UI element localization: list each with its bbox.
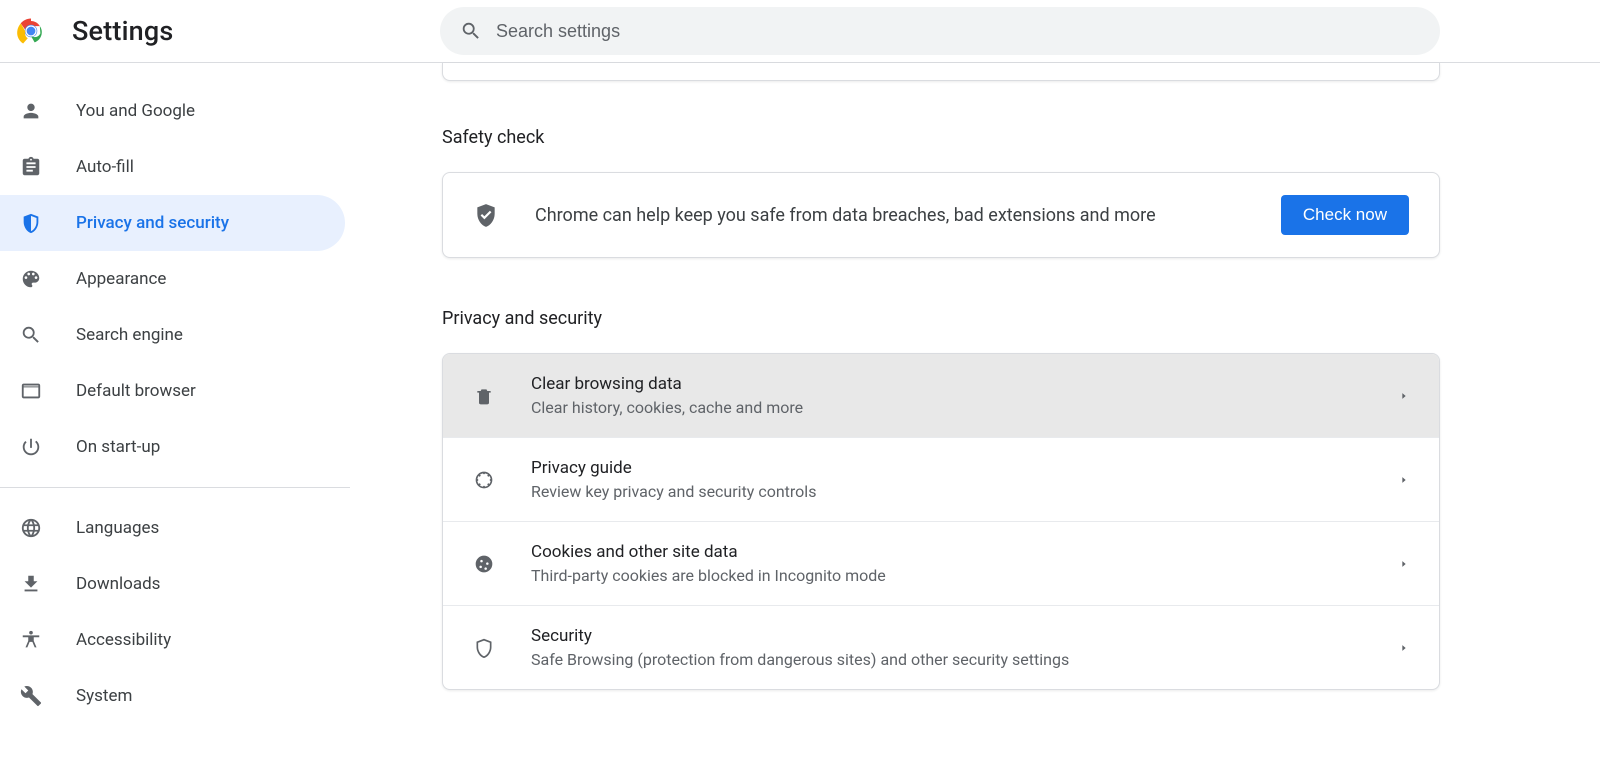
row-title: Cookies and other site data (531, 542, 1399, 562)
search-input[interactable] (496, 21, 1420, 42)
sidebar-item-label: Search engine (76, 325, 183, 345)
sidebar-item-accessibility[interactable]: Accessibility (0, 612, 350, 668)
person-icon (20, 100, 42, 122)
search-box[interactable] (440, 7, 1440, 55)
chrome-logo-icon (16, 16, 46, 46)
sidebar-item-default-browser[interactable]: Default browser (0, 363, 350, 419)
search-icon (20, 324, 42, 346)
sidebar-item-label: Appearance (76, 269, 166, 289)
row-subtitle: Review key privacy and security controls (531, 482, 1399, 501)
previous-card-bottom (442, 63, 1440, 81)
palette-icon (20, 268, 42, 290)
clipboard-icon (20, 156, 42, 178)
sidebar-item-label: You and Google (76, 101, 195, 121)
check-now-button[interactable]: Check now (1281, 195, 1409, 235)
sidebar-item-appearance[interactable]: Appearance (0, 251, 350, 307)
sidebar-item-auto-fill[interactable]: Auto-fill (0, 139, 350, 195)
download-icon (20, 573, 42, 595)
sidebar-item-search-engine[interactable]: Search engine (0, 307, 350, 363)
compass-icon (473, 470, 495, 490)
cookie-icon (473, 554, 495, 574)
row-cookies[interactable]: Cookies and other site data Third-party … (443, 522, 1439, 606)
sidebar-item-label: On start-up (76, 437, 160, 457)
safety-check-text: Chrome can help keep you safe from data … (535, 205, 1281, 226)
sidebar-item-label: System (76, 686, 132, 706)
shield-outline-icon (473, 638, 495, 658)
sidebar-item-on-startup[interactable]: On start-up (0, 419, 350, 475)
row-title: Privacy guide (531, 458, 1399, 478)
row-clear-browsing-data[interactable]: Clear browsing data Clear history, cooki… (443, 354, 1439, 438)
safety-check-card: Chrome can help keep you safe from data … (442, 172, 1440, 258)
shield-check-icon (473, 202, 499, 228)
sidebar-item-label: Auto-fill (76, 157, 134, 177)
sidebar-item-label: Languages (76, 518, 159, 538)
sidebar-item-label: Accessibility (76, 630, 171, 650)
sidebar-item-privacy-security[interactable]: Privacy and security (0, 195, 345, 251)
row-subtitle: Third-party cookies are blocked in Incog… (531, 566, 1399, 585)
main-content: Safety check Chrome can help keep you sa… (350, 63, 1600, 764)
row-subtitle: Clear history, cookies, cache and more (531, 398, 1399, 417)
chevron-right-icon (1399, 391, 1409, 401)
row-subtitle: Safe Browsing (protection from dangerous… (531, 650, 1399, 669)
chevron-right-icon (1399, 475, 1409, 485)
sidebar: You and Google Auto-fill Privacy and sec… (0, 63, 350, 764)
sidebar-item-system[interactable]: System (0, 668, 350, 724)
sidebar-item-label: Default browser (76, 381, 196, 401)
privacy-security-card: Clear browsing data Clear history, cooki… (442, 353, 1440, 690)
row-title: Clear browsing data (531, 374, 1399, 394)
privacy-security-heading: Privacy and security (442, 308, 1440, 329)
chevron-right-icon (1399, 643, 1409, 653)
app-header: Settings (0, 0, 1600, 63)
sidebar-item-downloads[interactable]: Downloads (0, 556, 350, 612)
row-security[interactable]: Security Safe Browsing (protection from … (443, 606, 1439, 689)
chevron-right-icon (1399, 559, 1409, 569)
row-title: Security (531, 626, 1399, 646)
sidebar-divider (0, 487, 350, 488)
safety-check-heading: Safety check (442, 127, 1440, 148)
shield-icon (20, 212, 42, 234)
sidebar-item-label: Privacy and security (76, 213, 229, 233)
globe-icon (20, 517, 42, 539)
browser-icon (20, 380, 42, 402)
page-title: Settings (72, 15, 174, 47)
search-icon (460, 20, 482, 42)
trash-icon (473, 386, 495, 406)
power-icon (20, 436, 42, 458)
row-privacy-guide[interactable]: Privacy guide Review key privacy and sec… (443, 438, 1439, 522)
accessibility-icon (20, 629, 42, 651)
sidebar-item-languages[interactable]: Languages (0, 500, 350, 556)
sidebar-item-you-and-google[interactable]: You and Google (0, 83, 350, 139)
wrench-icon (20, 685, 42, 707)
sidebar-item-label: Downloads (76, 574, 160, 594)
